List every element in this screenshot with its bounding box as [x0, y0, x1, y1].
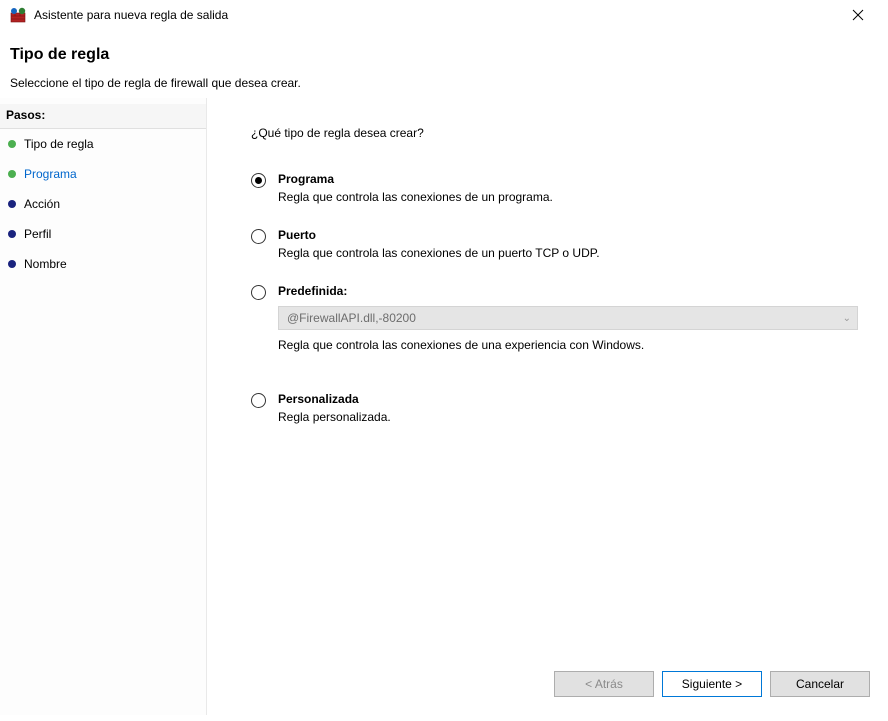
page-title: Tipo de regla	[10, 46, 878, 64]
window-title: Asistente para nueva regla de salida	[34, 8, 838, 22]
option-personalizada: Personalizada Regla personalizada.	[251, 392, 858, 424]
option-programa-title: Programa	[278, 172, 858, 186]
step-bullet-icon	[8, 200, 16, 208]
step-label: Perfil	[24, 227, 51, 241]
step-bullet-icon	[8, 260, 16, 268]
option-personalizada-title: Personalizada	[278, 392, 858, 406]
titlebar: Asistente para nueva regla de salida	[0, 0, 888, 30]
steps-sidebar: Pasos: Tipo de regla Programa Acción Per…	[0, 98, 207, 715]
step-nombre[interactable]: Nombre	[0, 249, 206, 279]
option-predefinida: Predefinida: @FirewallAPI.dll,-80200 ⌄ R…	[251, 284, 858, 352]
option-predefinida-title: Predefinida:	[278, 284, 858, 298]
cancel-button[interactable]: Cancelar	[770, 671, 870, 697]
chevron-down-icon: ⌄	[843, 313, 851, 324]
option-predefinida-desc: Regla que controla las conexiones de una…	[278, 338, 858, 352]
step-programa[interactable]: Programa	[0, 159, 206, 189]
wizard-main: ¿Qué tipo de regla desea crear? Programa…	[207, 98, 888, 715]
step-bullet-icon	[8, 140, 16, 148]
radio-personalizada[interactable]	[251, 393, 266, 408]
close-icon	[852, 9, 864, 21]
step-label: Programa	[24, 167, 77, 181]
step-tipo-de-regla[interactable]: Tipo de regla	[0, 129, 206, 159]
close-button[interactable]	[838, 1, 878, 29]
radio-predefinida[interactable]	[251, 285, 266, 300]
page-subtitle: Seleccione el tipo de regla de firewall …	[10, 76, 878, 90]
option-puerto: Puerto Regla que controla las conexiones…	[251, 228, 858, 260]
predefined-combo-value: @FirewallAPI.dll,-80200	[287, 311, 416, 325]
back-button[interactable]: < Atrás	[554, 671, 654, 697]
step-label: Acción	[24, 197, 60, 211]
step-accion[interactable]: Acción	[0, 189, 206, 219]
step-perfil[interactable]: Perfil	[0, 219, 206, 249]
steps-title: Pasos:	[0, 104, 206, 129]
radio-programa[interactable]	[251, 173, 266, 188]
option-programa: Programa Regla que controla las conexion…	[251, 172, 858, 204]
next-button[interactable]: Siguiente >	[662, 671, 762, 697]
radio-puerto[interactable]	[251, 229, 266, 244]
option-personalizada-desc: Regla personalizada.	[278, 410, 858, 424]
step-bullet-icon	[8, 230, 16, 238]
predefined-combo[interactable]: @FirewallAPI.dll,-80200 ⌄	[278, 306, 858, 330]
step-bullet-icon	[8, 170, 16, 178]
question-text: ¿Qué tipo de regla desea crear?	[251, 126, 858, 140]
wizard-footer: < Atrás Siguiente > Cancelar	[554, 671, 870, 697]
option-programa-desc: Regla que controla las conexiones de un …	[278, 190, 858, 204]
option-puerto-title: Puerto	[278, 228, 858, 242]
step-label: Nombre	[24, 257, 67, 271]
firewall-icon	[10, 7, 26, 23]
step-label: Tipo de regla	[24, 137, 94, 151]
option-puerto-desc: Regla que controla las conexiones de un …	[278, 246, 858, 260]
wizard-header: Tipo de regla Seleccione el tipo de regl…	[0, 30, 888, 98]
